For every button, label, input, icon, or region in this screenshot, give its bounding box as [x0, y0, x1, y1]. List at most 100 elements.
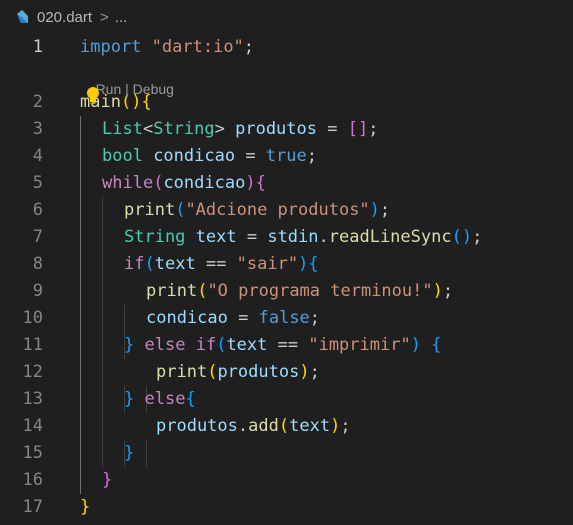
code-line-11[interactable]: 11 } else if(text == "imprimir") {	[0, 332, 573, 359]
code-line-4[interactable]: 4 bool condicao = true;	[0, 143, 573, 170]
code-token: List	[102, 119, 143, 139]
line-code: List<String> produtos = [];	[102, 116, 378, 143]
code-token: )	[369, 200, 380, 220]
code-token: produtos	[156, 416, 238, 436]
code-token: ;	[309, 308, 321, 328]
code-line-8[interactable]: 8 if(text == "sair"){	[0, 251, 573, 278]
code-token: (	[278, 416, 290, 436]
line-number: 14	[22, 416, 43, 436]
code-line-12[interactable]: 12 print(produtos);	[0, 359, 573, 386]
line-number: 4	[32, 146, 43, 166]
code-token: ;	[306, 146, 317, 166]
line-code: } else{	[124, 386, 196, 413]
code-token: text	[185, 227, 237, 247]
breadcrumb-file-name[interactable]: 020.dart	[37, 9, 92, 26]
code-token: condicao	[146, 308, 228, 328]
code-line-16[interactable]: 16}	[0, 467, 573, 494]
code-token: "Adcione produtos"	[185, 200, 370, 220]
lightbulb-icon[interactable]	[84, 86, 102, 106]
code-line-6[interactable]: 6 print("Adcione produtos");	[0, 197, 573, 224]
line-code: while(condicao){	[102, 170, 266, 197]
code-line-3[interactable]: 3 List<String> produtos = [];	[0, 116, 573, 143]
code-token: stdin	[267, 227, 319, 247]
code-line-9[interactable]: 9 print("O programa terminou!");	[0, 278, 573, 305]
code-token: "dart:io"	[151, 37, 244, 57]
line-number: 3	[32, 119, 43, 139]
code-token: "imprimir"	[308, 335, 411, 355]
code-token: false	[258, 308, 310, 328]
code-line-17[interactable]: 17}	[0, 494, 573, 521]
breadcrumb-chevron-icon: >	[100, 8, 109, 26]
code-token: "sair"	[236, 254, 299, 274]
line-number: 7	[32, 227, 43, 247]
code-line-1[interactable]: 1 import "dart:io";	[0, 34, 573, 61]
code-token: "O programa terminou!"	[207, 281, 433, 301]
breadcrumb-more[interactable]: ...	[115, 9, 128, 26]
line-number: 9	[32, 281, 43, 301]
code-token: print	[156, 362, 208, 382]
code-line-7[interactable]: 7 String text = stdin.readLineSync();	[0, 224, 573, 251]
code-token: (	[175, 200, 186, 220]
line-number: 2	[32, 92, 43, 112]
breadcrumb: 020.dart > ...	[0, 0, 573, 34]
code-token: readLineSync	[328, 227, 452, 247]
code-token: else	[144, 335, 186, 355]
code-line-5[interactable]: 5 while(condicao){	[0, 170, 573, 197]
code-token: }	[124, 335, 135, 355]
code-token: if	[124, 254, 145, 274]
line-number: 6	[32, 200, 43, 220]
code-token: text	[289, 416, 331, 436]
code-token: =	[227, 308, 259, 328]
line-number: 10	[22, 308, 43, 328]
code-editor[interactable]: 1 import "dart:io"; 2 main(){3 List<String> …	[0, 34, 573, 525]
code-token: while	[102, 173, 154, 193]
code-token: }	[124, 443, 135, 463]
codelens-debug-link[interactable]: Debug	[133, 81, 174, 97]
line-code: if(text == "sair"){	[124, 251, 319, 278]
code-line-13[interactable]: 13} else{	[0, 386, 573, 413]
code-token: (	[197, 281, 208, 301]
line-number: 16	[22, 470, 43, 490]
line-number: 11	[22, 335, 43, 355]
code-token: )	[410, 335, 421, 355]
code-token: condicao	[163, 173, 246, 193]
line-code: }	[80, 494, 90, 521]
code-token: {	[185, 389, 196, 409]
line-code: print(produtos);	[156, 359, 320, 386]
line-number: 17	[22, 497, 43, 517]
code-token: (	[207, 362, 218, 382]
code-token: true	[265, 146, 307, 166]
code-token: condicao	[142, 146, 236, 166]
code-token: if	[195, 335, 217, 355]
code-token: print	[146, 281, 198, 301]
code-token: String	[153, 119, 215, 139]
code-line-15[interactable]: 15}	[0, 440, 573, 467]
line-code: } else if(text == "imprimir") {	[124, 332, 441, 359]
code-token: (	[144, 254, 155, 274]
code-token: }	[102, 470, 113, 490]
code-line-10[interactable]: 10 condicao = false;	[0, 305, 573, 332]
line-number: 1	[32, 37, 43, 57]
code-token: add	[248, 416, 279, 436]
code-token: import	[80, 37, 142, 57]
code-token: )	[330, 416, 341, 436]
code-token: )	[245, 173, 256, 193]
code-token: text	[226, 335, 268, 355]
code-token: []	[347, 119, 369, 139]
code-token: ;	[379, 200, 391, 220]
code-token: {	[255, 173, 266, 193]
code-token: print	[124, 200, 176, 220]
line-number: 15	[22, 443, 43, 463]
code-token: =	[236, 227, 268, 247]
code-line-14[interactable]: 14 produtos.add(text);	[0, 413, 573, 440]
code-token: (	[216, 335, 227, 355]
code-token: }	[80, 497, 91, 517]
code-token: ;	[243, 37, 255, 57]
line-code: condicao = false;	[146, 305, 320, 332]
line-number: 12	[22, 362, 43, 382]
